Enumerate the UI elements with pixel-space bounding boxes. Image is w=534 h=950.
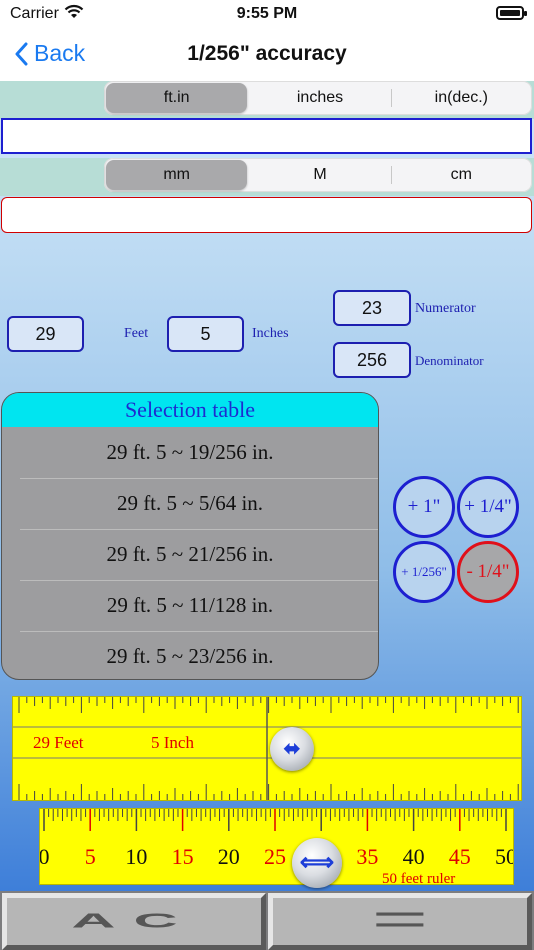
segment-ft-in[interactable]: ft.in	[106, 83, 248, 113]
ruler-tick-label: 35	[356, 844, 378, 869]
double-arrow-icon: ⟺	[299, 849, 335, 876]
equals-button[interactable]: =	[268, 893, 532, 950]
denominator-label: Denominator	[415, 353, 484, 368]
inches-input[interactable]: 5	[167, 316, 244, 352]
inch-ruler-ticks	[13, 697, 521, 800]
ruler-tick-label: 20	[218, 844, 240, 869]
minus-quarter-inch-button[interactable]: - 1/4"	[457, 541, 519, 603]
feet-ruler[interactable]: 05101520253035404550 50 feet ruler	[39, 808, 514, 887]
plus-256th-inch-button[interactable]: + 1/256"	[393, 541, 455, 603]
feet-input[interactable]: 29	[7, 316, 84, 352]
table-row[interactable]: 29 ft. 5 ~ 5/64 in.	[2, 478, 378, 529]
segment-mm[interactable]: mm	[106, 160, 248, 190]
navigation-bar: Back 1/256" accuracy	[0, 30, 534, 82]
inch-ruler-slider-handle[interactable]: ⬌	[270, 727, 314, 771]
ruler-tick-label: 45	[449, 844, 471, 869]
plus-quarter-inch-button[interactable]: + 1/4"	[457, 476, 519, 538]
table-row[interactable]: 29 ft. 5 ~ 11/128 in.	[2, 580, 378, 631]
ruler-tick-label: 25	[264, 844, 286, 869]
inch-ruler[interactable]: 29 Feet 5 Inch	[12, 696, 522, 801]
metric-unit-segment[interactable]: mm M cm	[104, 158, 532, 192]
feet-ruler-caption: 50 feet ruler	[382, 871, 456, 887]
ruler-inch-text: 5 Inch	[151, 733, 194, 752]
clear-label: AC	[71, 909, 197, 933]
inches-label: Inches	[252, 326, 289, 341]
numerator-input[interactable]: 23	[333, 290, 411, 326]
numerator-label: Numerator	[415, 301, 476, 316]
table-row[interactable]: 29 ft. 5 ~ 21/256 in.	[2, 529, 378, 580]
page-title: 1/256" accuracy	[187, 42, 347, 65]
equals-label: =	[371, 895, 429, 944]
table-row[interactable]: 29 ft. 5 ~ 19/256 in.	[2, 427, 378, 478]
segment-inches[interactable]: inches	[249, 81, 390, 115]
feet-label: Feet	[124, 326, 149, 341]
feet-ruler-slider-handle[interactable]: ⟺	[292, 838, 342, 888]
segment-in-dec[interactable]: in(dec.)	[390, 81, 532, 115]
ruler-tick-label: 50	[495, 844, 513, 869]
ruler-feet-text: 29 Feet	[33, 733, 84, 752]
selection-table: Selection table 29 ft. 5 ~ 19/256 in. 29…	[1, 392, 379, 680]
ruler-tick-label: 5	[85, 844, 96, 869]
clock: 9:55 PM	[236, 5, 298, 22]
table-row[interactable]: 29 ft. 5 ~ 23/256 in.	[2, 631, 378, 679]
segment-cm[interactable]: cm	[390, 158, 532, 192]
ruler-tick-label: 0	[40, 844, 50, 869]
battery-icon	[496, 6, 527, 20]
imperial-value-field[interactable]	[1, 118, 532, 154]
clear-button[interactable]: AC	[2, 893, 266, 950]
segment-m[interactable]: M	[249, 158, 390, 192]
ruler-tick-label: 10	[125, 844, 147, 869]
status-bar: Carrier 9:55 PM	[0, 0, 534, 30]
double-arrow-icon: ⬌	[283, 738, 301, 760]
imperial-unit-segment[interactable]: ft.in inches in(dec.)	[104, 81, 532, 115]
ruler-tick-label: 15	[172, 844, 194, 869]
plus-one-inch-button[interactable]: + 1"	[393, 476, 455, 538]
ruler-tick-label: 40	[403, 844, 425, 869]
metric-value-field[interactable]	[1, 197, 532, 233]
denominator-input[interactable]: 256	[333, 342, 411, 378]
selection-table-title: Selection table	[2, 393, 378, 427]
